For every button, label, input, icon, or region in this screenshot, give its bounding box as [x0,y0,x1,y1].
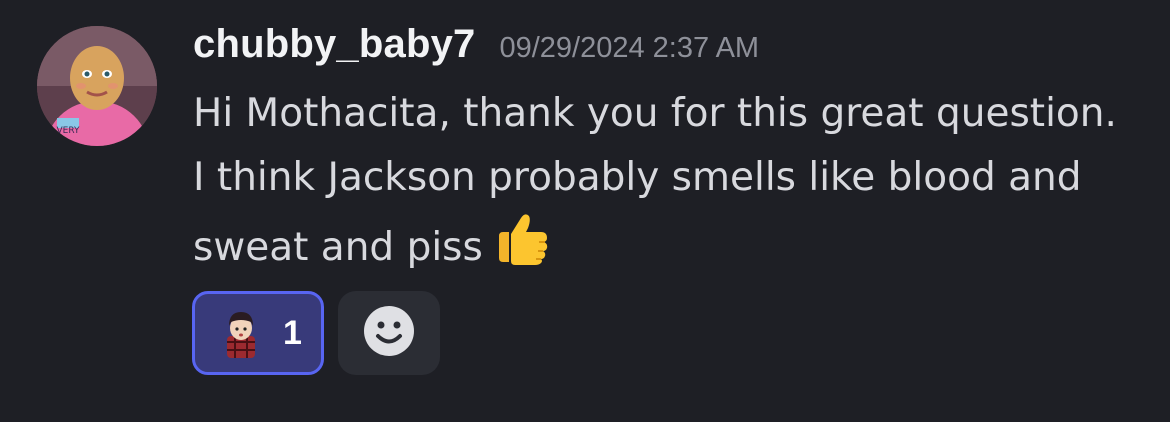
reaction-button[interactable]: 1 [192,291,324,375]
message-header: chubby_baby7 09/29/2024 2:37 AM [193,22,759,78]
message-timestamp: 09/29/2024 2:37 AM [499,32,760,64]
add-reaction-button[interactable] [338,291,440,375]
custom-character-emoji-icon [219,308,263,358]
smiley-add-reaction-icon [363,305,415,362]
message-content: Hi Mothacita, thank you for this great q… [193,82,1133,280]
reaction-count: 1 [283,313,302,352]
chat-view: VERY chubby_baby7 09/29/2024 2:37 AM Hi … [0,0,1170,422]
avatar-image: VERY [37,26,157,146]
svg-text:VERY: VERY [56,126,80,136]
chat-message: VERY chubby_baby7 09/29/2024 2:37 AM Hi … [0,0,1170,422]
thumbs-up-emoji-icon [493,210,553,268]
username[interactable]: chubby_baby7 [193,22,475,67]
reactions-bar: 1 [192,291,440,375]
user-avatar[interactable]: VERY [37,26,157,146]
message-text: Hi Mothacita, thank you for this great q… [193,91,1117,270]
